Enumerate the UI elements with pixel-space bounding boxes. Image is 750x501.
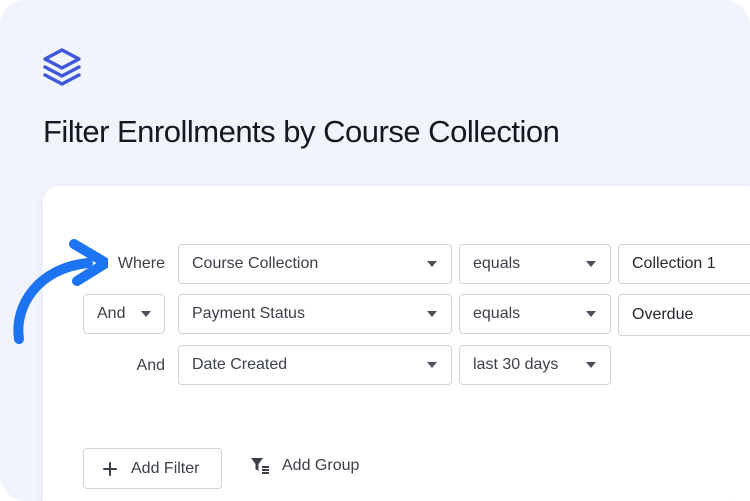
plus-icon bbox=[103, 461, 117, 476]
field-select-value: Date Created bbox=[192, 356, 288, 373]
value-input[interactable]: Collection 1 bbox=[618, 244, 750, 284]
field-select-value: Payment Status bbox=[192, 305, 305, 322]
filter-connector-label: And bbox=[136, 357, 165, 374]
chevron-down-icon bbox=[586, 362, 596, 368]
chevron-down-icon bbox=[427, 311, 437, 317]
chevron-down-icon bbox=[586, 261, 596, 267]
stack-layers-icon bbox=[43, 48, 81, 86]
chevron-down-icon bbox=[586, 311, 596, 317]
add-filter-button[interactable]: Add Filter bbox=[83, 448, 222, 489]
connector-select-value: And bbox=[97, 305, 126, 322]
operator-select-value: last 30 days bbox=[473, 356, 559, 373]
operator-select[interactable]: last 30 days bbox=[459, 345, 611, 385]
add-group-label: Add Group bbox=[282, 457, 360, 474]
filter-connector-label: Where bbox=[117, 255, 165, 272]
filter-lines-icon bbox=[251, 458, 269, 474]
chevron-down-icon bbox=[427, 261, 437, 267]
operator-select-value: equals bbox=[473, 305, 521, 322]
connector-select[interactable]: And bbox=[83, 294, 165, 334]
page-title: Filter Enrollments by Course Collection bbox=[43, 114, 560, 149]
add-filter-label: Add Filter bbox=[131, 459, 200, 477]
field-select-value: Course Collection bbox=[192, 255, 319, 272]
chevron-down-icon bbox=[427, 362, 437, 368]
field-select[interactable]: Payment Status bbox=[178, 294, 452, 334]
chevron-down-icon bbox=[141, 311, 151, 317]
value-input[interactable]: Overdue bbox=[618, 294, 750, 336]
operator-select[interactable]: equals bbox=[459, 294, 611, 334]
field-select[interactable]: Course Collection bbox=[178, 244, 452, 284]
page-card: Filter Enrollments by Course Collection … bbox=[0, 0, 750, 501]
operator-select[interactable]: equals bbox=[459, 244, 611, 284]
value-input-text: Collection 1 bbox=[632, 255, 716, 272]
add-group-button[interactable]: Add Group bbox=[250, 457, 359, 475]
field-select[interactable]: Date Created bbox=[178, 345, 452, 385]
operator-select-value: equals bbox=[473, 255, 521, 272]
value-input-text: Overdue bbox=[632, 306, 694, 323]
